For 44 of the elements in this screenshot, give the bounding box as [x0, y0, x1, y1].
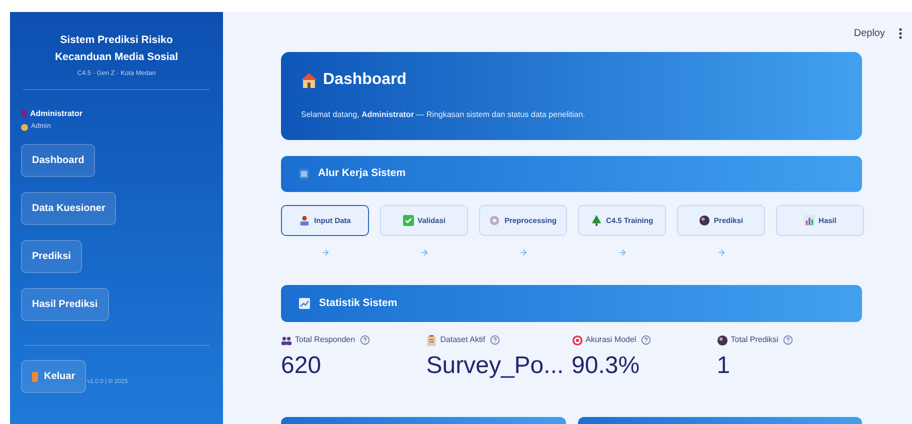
chart-icon — [804, 215, 815, 226]
arrow-icon — [518, 248, 528, 257]
clipboard-icon — [426, 334, 438, 346]
logout-button[interactable]: Keluar — [21, 360, 86, 394]
arrow-icon — [420, 248, 428, 257]
section-title: Statistik Sistem — [319, 296, 398, 311]
stat-value: 90.3% — [572, 351, 641, 381]
hero-text: Selamat datang, Administrator — Ringkasan sistem dan status data penelitian. — [301, 109, 586, 121]
stat-label: Dataset Aktif — [440, 334, 486, 346]
arrow-icon — [320, 248, 330, 257]
window-icon — [299, 169, 309, 179]
more-icon[interactable] — [899, 28, 902, 39]
stat-value: Survey_Po... — [426, 351, 565, 381]
person-icon — [299, 215, 310, 226]
nav-button[interactable]: Prediksi — [21, 240, 82, 274]
help-icon[interactable] — [641, 335, 652, 345]
house-icon — [301, 72, 317, 88]
help-icon[interactable] — [783, 335, 794, 345]
trend-chart-icon — [299, 298, 310, 309]
door-icon — [32, 372, 38, 382]
arrow-icon — [618, 248, 626, 257]
stat-value: 620 — [281, 351, 322, 381]
app-title: Sistem Prediksi Risiko Kecanduan Media Sosial — [54, 33, 180, 65]
hero-title: Dashboard — [323, 70, 407, 90]
tree-icon — [590, 215, 602, 226]
stat-label: Total Responden — [295, 334, 356, 346]
help-icon[interactable] — [490, 335, 500, 345]
people-icon — [281, 334, 292, 346]
user-name: Administrator — [30, 108, 82, 120]
user-icon — [21, 109, 27, 118]
help-icon[interactable] — [360, 335, 370, 345]
section-title: Alur Kerja Sistem — [318, 166, 406, 182]
target-icon — [572, 334, 582, 346]
ball-icon — [716, 334, 728, 346]
stat-value: 1 — [716, 351, 732, 381]
arrow-icon — [716, 248, 726, 257]
nav-button[interactable]: Data Kuesioner — [21, 192, 116, 226]
stat-label: Total Prediksi — [730, 334, 778, 346]
deploy-button[interactable]: Deploy — [854, 26, 885, 41]
check-icon — [402, 215, 414, 226]
stat-label: Akurasi Model — [586, 334, 636, 346]
ball-icon — [698, 215, 710, 226]
nav-button[interactable]: Hasil Prediksi — [21, 288, 109, 322]
nav-button[interactable]: Dashboard — [21, 144, 96, 178]
